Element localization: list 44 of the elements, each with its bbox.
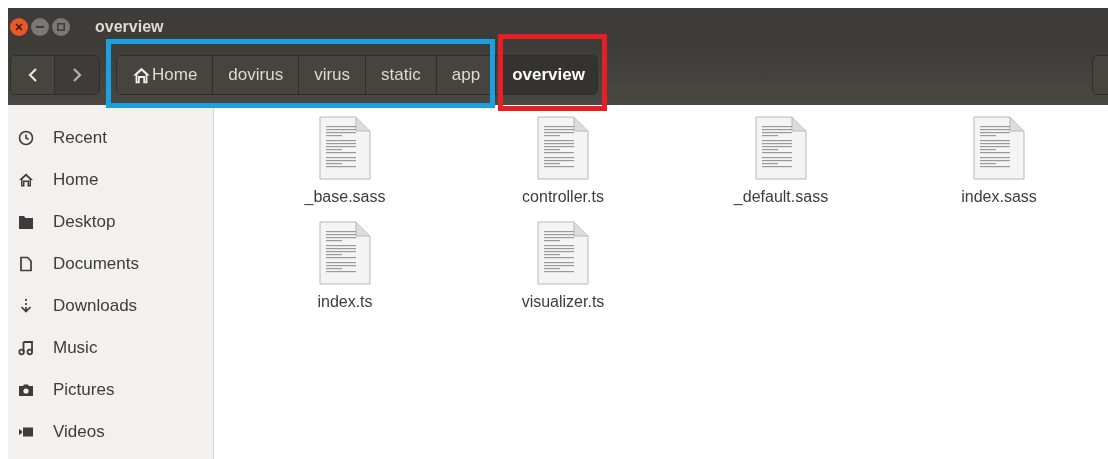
text-file-icon xyxy=(755,116,807,180)
clock-icon xyxy=(18,130,34,146)
sidebar-item[interactable]: Downloads xyxy=(8,285,213,327)
download-icon xyxy=(18,298,34,314)
close-button[interactable] xyxy=(10,17,28,36)
document-icon xyxy=(18,256,34,272)
sidebar-item[interactable]: Desktop xyxy=(8,201,213,243)
text-file-icon xyxy=(319,221,371,285)
file-name[interactable]: _base.sass xyxy=(304,185,386,209)
sidebar-item[interactable]: Documents xyxy=(8,243,213,285)
home-icon xyxy=(132,65,151,85)
file-name[interactable]: visualizer.ts xyxy=(521,290,605,314)
forward-button[interactable] xyxy=(55,56,99,94)
sidebar-item[interactable]: Pictures xyxy=(8,369,213,411)
maximize-button[interactable] xyxy=(52,17,70,36)
text-file-icon xyxy=(537,221,589,285)
file-name[interactable]: index.ts xyxy=(317,290,373,314)
music-note-icon xyxy=(18,340,34,356)
sidebar-item[interactable]: Recent xyxy=(8,117,213,159)
path-segment[interactable]: overview xyxy=(500,56,597,94)
file-name[interactable]: index.sass xyxy=(961,185,1037,209)
minimize-button[interactable] xyxy=(31,17,49,36)
maximize-icon xyxy=(57,22,65,31)
minimize-icon xyxy=(36,25,44,28)
back-button[interactable] xyxy=(11,56,55,94)
path-segment[interactable]: static xyxy=(366,56,437,94)
path-segment[interactable]: dovirus xyxy=(213,56,300,94)
sidebar-item[interactable]: Home xyxy=(8,159,213,201)
path-segment[interactable]: Home xyxy=(117,56,214,94)
file-name[interactable]: controller.ts xyxy=(522,185,604,209)
window-title: overview xyxy=(95,16,164,37)
sidebar-item[interactable]: Music xyxy=(8,327,213,369)
file-name[interactable]: _default.sass xyxy=(733,185,829,209)
text-file-icon xyxy=(319,116,371,180)
forward-icon xyxy=(72,67,82,83)
text-file-icon xyxy=(973,116,1025,180)
path-segment[interactable]: virus xyxy=(299,56,367,94)
camera-icon xyxy=(18,382,34,398)
home-icon xyxy=(18,172,34,188)
text-file-icon xyxy=(537,116,589,180)
back-icon xyxy=(27,67,38,83)
folder-icon xyxy=(18,214,34,230)
sidebar-item[interactable]: Videos xyxy=(8,411,213,453)
close-icon xyxy=(15,22,23,31)
